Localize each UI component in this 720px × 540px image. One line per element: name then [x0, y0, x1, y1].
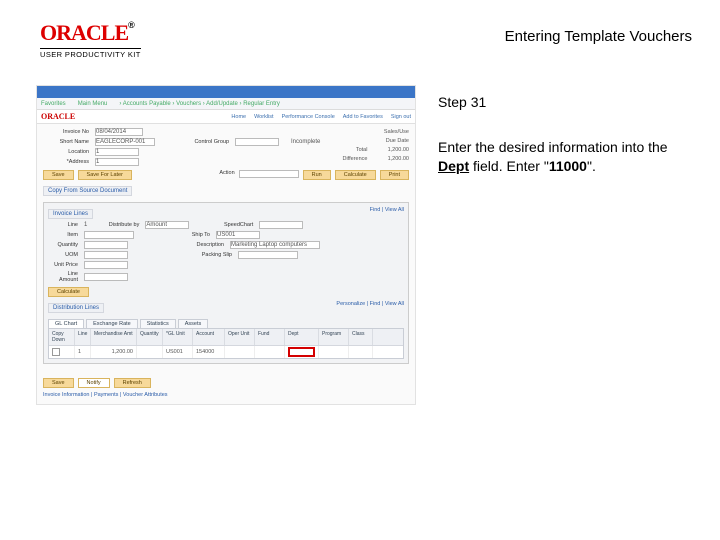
save-button[interactable]: Save — [43, 170, 74, 180]
notify-button[interactable]: Notify — [78, 378, 110, 388]
step-label: Step 31 — [438, 93, 690, 112]
tab-statistics[interactable]: Statistics — [140, 319, 176, 328]
invoice-lines-section: Invoice Lines — [48, 209, 93, 219]
instruction-field-name: Dept — [438, 158, 469, 174]
copy-source-section[interactable]: Copy From Source Document — [43, 186, 132, 196]
brand-name: ORACLE® — [40, 20, 141, 46]
tab-assets[interactable]: Assets — [178, 319, 209, 328]
footer-save-button[interactable]: Save — [43, 378, 74, 388]
app-screenshot: Favorites Main Menu › Accounts Payable ›… — [36, 85, 416, 405]
app-brand: ORACLE — [41, 112, 75, 121]
brand-logo: ORACLE® USER PRODUCTIVITY KIT — [40, 20, 141, 59]
refresh-button[interactable]: Refresh — [114, 378, 151, 388]
shortname-field[interactable]: EAGLECORP-001 — [95, 138, 155, 146]
breadcrumb: Favorites Main Menu › Accounts Payable ›… — [37, 98, 415, 110]
dept-field[interactable] — [288, 347, 315, 357]
instruction-value: 11000 — [549, 158, 587, 174]
nav-fav[interactable]: Add to Favorites — [343, 114, 383, 120]
instruction-text: Enter the desired information into the D… — [438, 138, 690, 176]
dist-lines-section[interactable]: Distribution Lines — [48, 303, 104, 313]
run-button[interactable]: Run — [303, 170, 331, 180]
nav-home[interactable]: Home — [231, 114, 246, 120]
print-button[interactable]: Print — [380, 170, 409, 180]
nav-worklist[interactable]: Worklist — [254, 114, 273, 120]
tab-gl-chart[interactable]: GL Chart — [48, 319, 84, 328]
brand-subtitle: USER PRODUCTIVITY KIT — [40, 48, 141, 59]
location-field[interactable]: 1 — [95, 148, 139, 156]
tab-exchange-rate[interactable]: Exchange Rate — [86, 319, 138, 328]
footer-links[interactable]: Invoice Information | Payments | Voucher… — [43, 392, 409, 398]
calculate-button[interactable]: Calculate — [335, 170, 376, 180]
nav-signout[interactable]: Sign out — [391, 114, 411, 120]
nav-perf[interactable]: Performance Console — [282, 114, 335, 120]
dist-table: Copy Down Line Merchandise Amt Quantity … — [48, 328, 404, 359]
line-calculate-button[interactable]: Calculate — [48, 287, 89, 297]
save-later-button[interactable]: Save For Later — [78, 170, 132, 180]
page-title: Entering Template Vouchers — [505, 28, 692, 45]
invoice-field[interactable]: 08/04/2014 — [95, 128, 143, 136]
address-field[interactable]: 1 — [95, 158, 139, 166]
